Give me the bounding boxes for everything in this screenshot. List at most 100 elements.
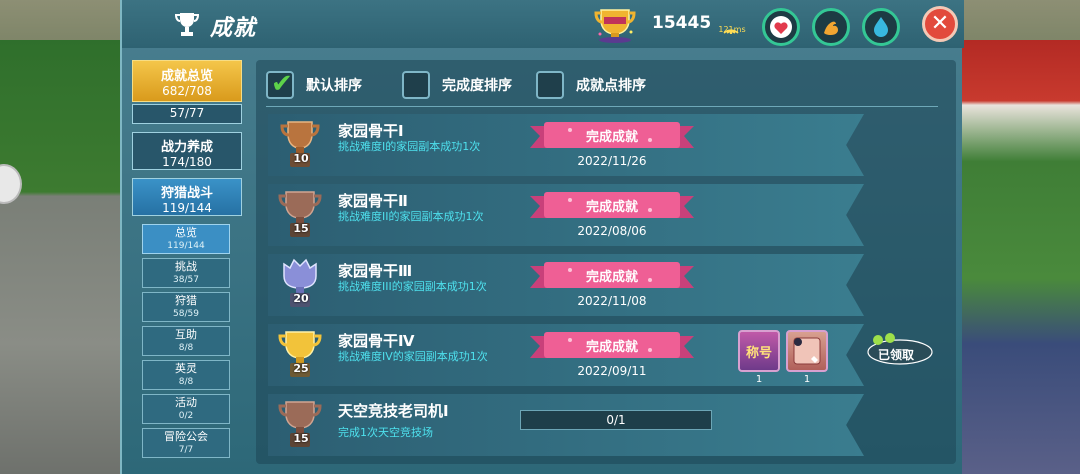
subcategory-value: 0/2 <box>178 411 194 421</box>
subcategory-heroic-spirit[interactable]: 英灵 8/8 <box>142 360 230 390</box>
achievement-level: 20 <box>293 292 309 305</box>
subcategory-adventure-guild[interactable]: 冒险公会 7/7 <box>142 428 230 458</box>
category-label: 狩猎战斗 <box>160 186 213 201</box>
background-right-scenery <box>960 40 1080 474</box>
subcategory-value: 7/7 <box>178 445 194 455</box>
sort-points-checkbox[interactable] <box>536 71 564 99</box>
sort-default-checkbox[interactable]: ✔ <box>266 69 294 99</box>
achievement-level: 15 <box>293 222 309 235</box>
achievement-description: 挑战难度IV的家园副本成功1次 <box>338 350 488 363</box>
sort-completion-checkbox[interactable] <box>402 71 430 99</box>
achievement-level: 25 <box>293 362 309 375</box>
sort-default[interactable]: ✔ 默认排序 <box>266 69 362 100</box>
divider <box>266 106 938 107</box>
achievement-description: 挑战难度II的家园副本成功1次 <box>338 210 484 223</box>
top-bar: 成就 15445 121ms ✕ <box>122 0 964 48</box>
completion-banner: 完成成就 <box>530 190 694 222</box>
subcategory-label: 狩猎 <box>175 294 197 307</box>
claimed-stamp: 已领取 <box>864 330 936 368</box>
page-title: 成就 <box>210 16 257 41</box>
title-reward-item[interactable]: 称号 <box>738 330 780 372</box>
category-value: 174/180 <box>162 155 212 169</box>
achievement-row[interactable]: 15 天空竞技老司机Ⅰ 完成1次天空竞技场 0/1 <box>268 394 864 456</box>
sort-completion[interactable]: 完成度排序 <box>402 70 512 100</box>
achievement-points-trophy-icon <box>594 9 636 43</box>
achievement-name: 天空竞技老司机Ⅰ <box>338 402 449 420</box>
sort-points[interactable]: 成就点排序 <box>536 70 646 100</box>
network-ping: 121ms <box>718 25 746 34</box>
heart-icon <box>770 16 792 38</box>
achievement-name: 家园骨干Ⅲ <box>338 262 413 280</box>
background-left-scenery <box>0 40 130 474</box>
subcategory-label: 活动 <box>175 396 197 409</box>
subcategory-label: 挑战 <box>175 260 197 273</box>
achievement-list-area: ✔ 默认排序 完成度排序 成就点排序 10 家园骨干Ⅰ 挑战难度I的家园副本成功… <box>256 60 956 464</box>
completion-date: 2022/11/26 <box>577 154 647 168</box>
subcategory-challenge[interactable]: 挑战 38/57 <box>142 258 230 288</box>
achievement-name: 家园骨干Ⅰ <box>338 122 404 140</box>
checkmark-icon: ✔ <box>271 69 293 99</box>
water-drop-icon <box>874 17 888 37</box>
completion-banner: 完成成就 <box>530 260 694 292</box>
subcategory-value: 8/8 <box>178 377 194 387</box>
completion-status: 完成成就 <box>585 270 638 285</box>
subcategory-events[interactable]: 活动 0/2 <box>142 394 230 424</box>
card-frame-icon <box>793 337 821 365</box>
achievement-name: 家园骨干Ⅳ <box>338 332 415 350</box>
achievement-progress: 0/1 <box>520 410 712 430</box>
subcategory-value: 119/144 <box>167 241 205 251</box>
completion-status: 完成成就 <box>585 130 638 145</box>
completion-status: 完成成就 <box>585 200 638 215</box>
card-reward-item[interactable] <box>786 330 828 372</box>
category-hunting-battle[interactable]: 狩猎战斗 119/144 <box>132 178 242 216</box>
category-label: 战力养成 <box>160 140 213 155</box>
achievement-name: 家园骨干Ⅱ <box>338 192 408 210</box>
subcategory-label: 英灵 <box>175 362 197 375</box>
achievement-row[interactable]: 25 家园骨干Ⅳ 挑战难度IV的家园副本成功1次 完成成就 2022/09/11… <box>268 324 864 386</box>
subcategory-value: 38/57 <box>173 275 199 285</box>
completion-date: 2022/11/08 <box>577 294 647 308</box>
close-icon: ✕ <box>930 11 950 36</box>
category-overview[interactable]: 成就总览 682/708 <box>132 60 242 102</box>
subcategory-label: 冒险公会 <box>164 430 208 443</box>
sort-label: 完成度排序 <box>442 78 512 94</box>
reward-quantity: 1 <box>803 374 811 385</box>
hydration-button[interactable] <box>862 8 900 46</box>
sort-label: 默认排序 <box>306 78 362 94</box>
achievement-panel: 成就 15445 121ms ✕ 成就总览 682/708 57/77 战力养成… <box>120 0 964 474</box>
strength-button[interactable] <box>812 8 850 46</box>
achievement-row[interactable]: 20 家园骨干Ⅲ 挑战难度III的家园副本成功1次 完成成就 2022/11/0… <box>268 254 864 316</box>
trophy-icon <box>174 13 200 36</box>
subcategory-overview[interactable]: 总览 119/144 <box>142 224 230 254</box>
category-label: 成就总览 <box>160 69 213 84</box>
completion-banner: 完成成就 <box>530 330 694 362</box>
category-value: 119/144 <box>162 201 212 215</box>
achievement-score: 15445 <box>652 13 712 33</box>
completion-date: 2022/09/11 <box>577 364 647 378</box>
achievement-description: 完成1次天空竞技场 <box>338 426 433 439</box>
subcategory-label: 总览 <box>175 226 197 239</box>
achievement-row[interactable]: 15 家园骨干Ⅱ 挑战难度II的家园副本成功1次 完成成就 2022/08/06 <box>268 184 864 246</box>
subcategory-label: 互助 <box>175 328 197 341</box>
category-value: 57/77 <box>169 106 205 120</box>
claimed-label: 已领取 <box>878 348 915 362</box>
close-button[interactable]: ✕ <box>922 6 958 42</box>
category-unnamed[interactable]: 57/77 <box>132 104 242 124</box>
health-button[interactable] <box>762 8 800 46</box>
reward-quantity: 1 <box>755 374 763 385</box>
completion-banner: 完成成就 <box>530 120 694 152</box>
achievement-row[interactable]: 10 家园骨干Ⅰ 挑战难度I的家园副本成功1次 完成成就 2022/11/26 <box>268 114 864 176</box>
category-value: 682/708 <box>162 84 212 98</box>
sort-label: 成就点排序 <box>576 78 646 94</box>
achievement-level: 15 <box>293 432 309 445</box>
achievement-description: 挑战难度I的家园副本成功1次 <box>338 140 481 153</box>
reward-label: 称号 <box>745 346 772 361</box>
completion-date: 2022/08/06 <box>577 224 647 238</box>
completion-status: 完成成就 <box>585 340 638 355</box>
subcategory-mutual-aid[interactable]: 互助 8/8 <box>142 326 230 356</box>
subcategory-value: 8/8 <box>178 343 194 353</box>
achievement-description: 挑战难度III的家园副本成功1次 <box>338 280 487 293</box>
subcategory-hunting[interactable]: 狩猎 58/59 <box>142 292 230 322</box>
muscle-arm-icon <box>824 21 838 35</box>
category-power[interactable]: 战力养成 174/180 <box>132 132 242 170</box>
